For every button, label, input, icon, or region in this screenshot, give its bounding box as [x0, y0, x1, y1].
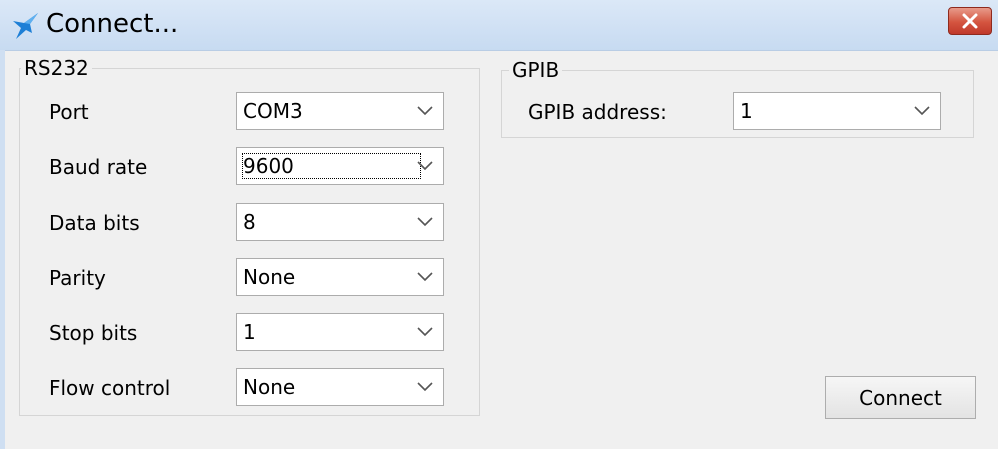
stop-bits-value: 1 — [243, 320, 256, 344]
connect-button[interactable]: Connect — [825, 376, 976, 419]
port-value: COM3 — [243, 99, 303, 123]
stop-bits-select[interactable]: 1 — [236, 313, 444, 351]
rs232-group-title: RS232 — [21, 56, 92, 80]
baud-rate-select[interactable]: 9600 — [236, 147, 444, 185]
close-icon — [962, 13, 978, 29]
title-bar[interactable]: Connect... — [0, 0, 998, 51]
data-bits-select[interactable]: 8 — [236, 203, 444, 241]
connect-dialog: Connect... RS232 Port COM3 Baud rate 960… — [0, 0, 998, 449]
port-select[interactable]: COM3 — [236, 92, 444, 130]
chevron-down-icon — [417, 106, 433, 116]
gpib-address-label: GPIB address: — [528, 100, 667, 124]
chevron-down-icon — [914, 106, 930, 116]
parity-value: None — [243, 265, 296, 289]
stop-bits-label: Stop bits — [49, 321, 138, 345]
data-bits-value: 8 — [243, 210, 256, 234]
chevron-down-icon — [417, 272, 433, 282]
baud-rate-value: 9600 — [242, 153, 421, 179]
close-button[interactable] — [948, 7, 992, 35]
gpib-group-title: GPIB — [509, 58, 563, 82]
chevron-down-icon — [417, 327, 433, 337]
window-title: Connect... — [46, 9, 179, 39]
flow-control-value: None — [243, 375, 296, 399]
parity-label: Parity — [49, 266, 106, 290]
chevron-down-icon — [417, 217, 433, 227]
rocket-icon — [13, 13, 38, 39]
flow-control-label: Flow control — [49, 376, 171, 400]
window-border — [0, 50, 5, 449]
gpib-address-value: 1 — [740, 99, 753, 123]
gpib-address-select[interactable]: 1 — [733, 92, 941, 130]
data-bits-label: Data bits — [49, 211, 140, 235]
baud-rate-label: Baud rate — [49, 155, 148, 179]
chevron-down-icon — [417, 382, 433, 392]
port-label: Port — [49, 100, 89, 124]
flow-control-select[interactable]: None — [236, 368, 444, 406]
chevron-down-icon — [417, 161, 433, 171]
parity-select[interactable]: None — [236, 258, 444, 296]
